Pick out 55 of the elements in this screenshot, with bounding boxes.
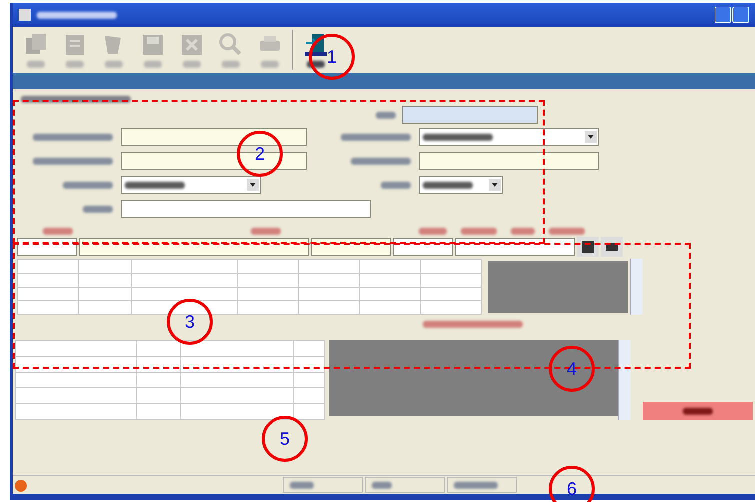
save-icon[interactable] [577,237,599,257]
blurred-text [43,228,73,235]
window-controls-icon[interactable] [715,7,749,23]
annotation-marker: 3 [167,299,213,345]
blurred-text [461,228,497,235]
annotation-marker: 6 [549,466,595,502]
blurred-text [222,61,240,68]
blurred-text [454,482,498,488]
blurred-text [423,182,473,188]
dropdown[interactable] [419,176,503,194]
blurred-text [182,61,200,68]
input-field[interactable] [455,238,575,256]
annotation-marker: 2 [237,131,283,177]
exit-icon [302,32,328,58]
blurred-text [511,228,535,235]
blurred-text [83,206,113,212]
blurred-text [26,61,44,68]
blurred-text [66,61,84,68]
blurred-text [63,182,113,188]
blurred-text [260,61,278,68]
annotation-marker: 1 [309,34,355,80]
action-button[interactable] [642,402,753,420]
caret-icon [489,179,501,191]
blurred-text [381,182,411,188]
dropdown[interactable] [121,176,261,194]
input-field[interactable] [402,106,538,124]
blurred-text [372,482,392,488]
blurred-text [251,228,281,235]
input-field[interactable] [79,238,309,256]
input-field[interactable] [17,238,77,256]
search-icon [218,32,244,58]
scrollbar [630,259,643,315]
blurred-text [104,61,122,68]
blurred-text [341,134,411,140]
fruit-icon [13,478,29,492]
caret-icon [247,179,259,191]
blurred-text [682,408,713,414]
annotation-marker: 5 [262,416,308,462]
input-field[interactable] [393,238,453,256]
blurred-text [351,158,411,164]
blurred-text [376,112,396,118]
input-field[interactable] [121,200,371,218]
input-field[interactable] [121,128,307,146]
app-icon [19,9,31,21]
blurred-text [419,228,447,235]
blurred-text [144,61,162,68]
annotation-marker: 4 [549,346,595,392]
dropdown[interactable] [419,128,599,146]
input-field[interactable] [419,152,599,170]
blurred-text [290,482,314,488]
blurred-text [423,134,493,140]
blurred-text [549,228,585,235]
print-icon[interactable] [601,237,623,257]
blurred-text [125,182,185,188]
caret-icon [585,131,597,143]
